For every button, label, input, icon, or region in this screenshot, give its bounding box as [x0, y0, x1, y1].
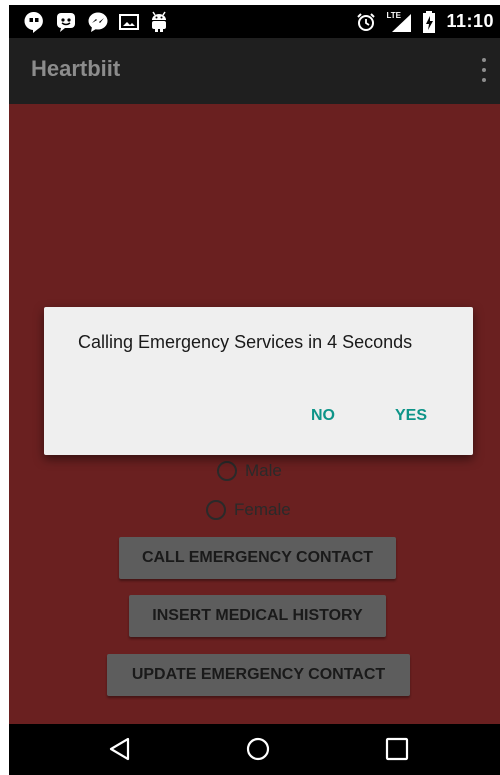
- navigation-bar: [9, 724, 500, 775]
- female-label: Female: [234, 500, 291, 519]
- chat-icon: [57, 13, 75, 32]
- call-emergency-contact-button[interactable]: CALL EMERGENCY CONTACT: [119, 537, 396, 579]
- status-bar: LTE 11:10: [9, 5, 500, 38]
- phone-screen: LTE 11:10 Heartbiit Male Female CALL EME…: [9, 5, 500, 775]
- image-icon: [119, 14, 139, 30]
- female-radio[interactable]: [206, 500, 226, 520]
- app-bar: Heartbiit: [9, 38, 500, 104]
- status-time: 11:10: [446, 11, 494, 31]
- notification-icons: [23, 11, 169, 33]
- dialog-message: Calling Emergency Services in 4 Seconds: [78, 332, 413, 352]
- yes-button[interactable]: YES: [395, 407, 427, 425]
- male-label: Male: [245, 461, 282, 480]
- android-icon: [152, 11, 166, 32]
- no-button[interactable]: NO: [311, 407, 335, 425]
- male-radio[interactable]: [217, 461, 237, 481]
- gender-option-male[interactable]: Male: [217, 461, 282, 481]
- more-vert-icon[interactable]: [478, 58, 490, 82]
- back-icon[interactable]: [107, 736, 133, 762]
- battery-charging-icon: [423, 10, 436, 33]
- hangouts-icon: [24, 11, 43, 33]
- system-icons: LTE 11:10: [356, 5, 500, 38]
- messenger-icon: [88, 12, 108, 32]
- app-title: Heartbiit: [31, 56, 121, 81]
- insert-medical-history-button[interactable]: INSERT MEDICAL HISTORY: [129, 595, 386, 637]
- lte-signal-icon: LTE: [386, 11, 412, 33]
- alarm-icon: [357, 12, 376, 31]
- home-icon[interactable]: [245, 736, 271, 762]
- emergency-call-dialog: Calling Emergency Services in 4 Seconds …: [44, 307, 473, 455]
- update-emergency-contact-button[interactable]: UPDATE EMERGENCY CONTACT: [107, 654, 410, 696]
- gender-option-female[interactable]: Female: [206, 500, 291, 520]
- recents-icon[interactable]: [384, 736, 410, 762]
